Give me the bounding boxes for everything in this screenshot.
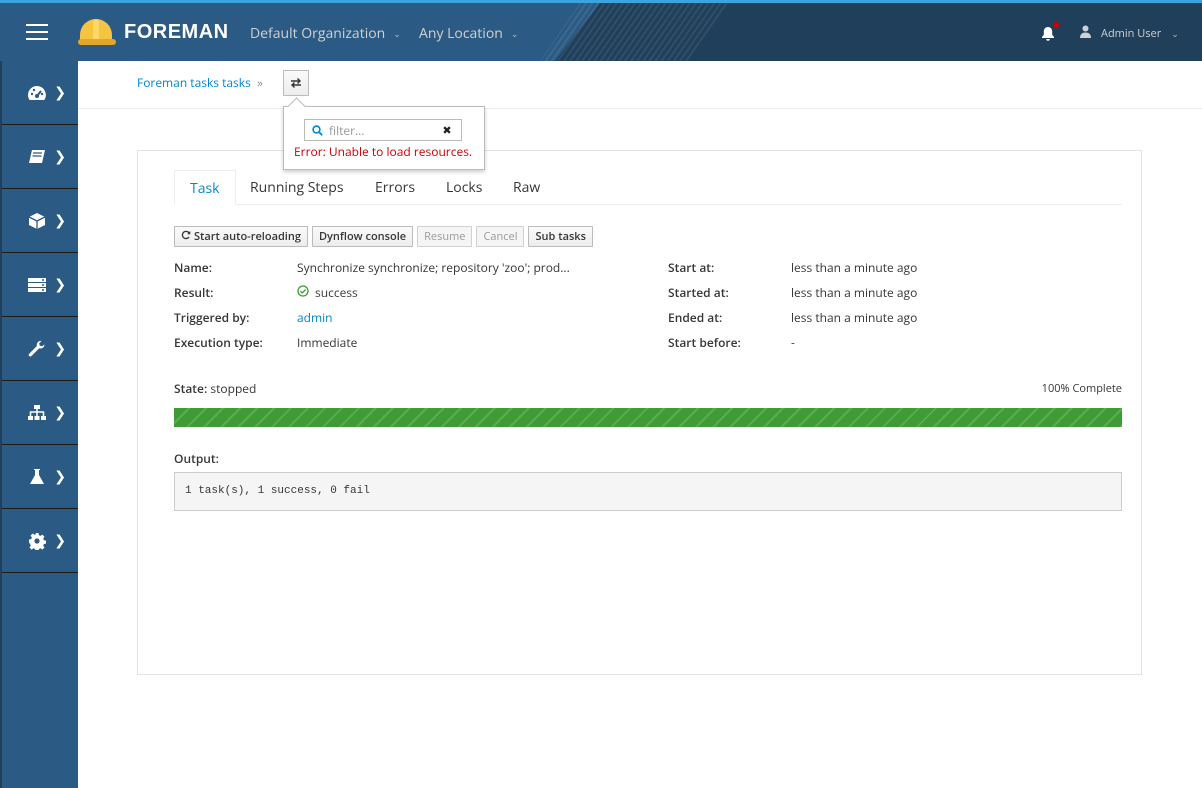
chevron-right-icon: ❯ xyxy=(54,147,66,166)
dynflow-console-button[interactable]: Dynflow console xyxy=(311,226,414,247)
location-label: Any Location xyxy=(419,24,503,43)
gear-icon xyxy=(27,531,47,551)
tab-errors[interactable]: Errors xyxy=(360,170,430,205)
nav-item-settings[interactable]: ❯ xyxy=(2,509,78,573)
start-before-value: - xyxy=(791,334,795,351)
output-box: 1 task(s), 1 success, 0 fail xyxy=(174,472,1122,511)
chevron-down-icon: ⌄ xyxy=(510,27,519,40)
name-label: Name: xyxy=(174,259,213,276)
nav-item-content[interactable]: ❯ xyxy=(2,125,78,189)
nav-item-infrastructure[interactable]: ❯ xyxy=(2,253,78,317)
check-circle-icon xyxy=(297,284,309,301)
progress-text: 100% Complete xyxy=(1041,381,1122,396)
tab-raw[interactable]: Raw xyxy=(498,170,555,205)
nav-item-lab[interactable]: ❯ xyxy=(2,445,78,509)
chevron-right-icon: ❯ xyxy=(54,83,66,102)
started-at-value: less than a minute ago xyxy=(791,284,918,301)
breadcrumb-bar: Foreman tasks tasks » xyxy=(78,61,1202,109)
execution-type-label: Execution type: xyxy=(174,334,263,351)
exchange-icon xyxy=(290,75,302,92)
start-before-label: Start before: xyxy=(668,334,741,351)
task-tabs: Task Running Steps Errors Locks Raw xyxy=(174,170,1122,205)
search-icon xyxy=(305,124,329,136)
state-value: stopped xyxy=(210,380,257,397)
start-auto-reloading-button[interactable]: Start auto-reloading xyxy=(174,226,308,247)
popover-error-message: Error: Unable to load resources. xyxy=(294,143,473,160)
refresh-icon xyxy=(181,229,191,244)
location-dropdown[interactable]: Any Location ⌄ xyxy=(419,24,518,43)
chevron-right-icon: ❯ xyxy=(54,275,66,294)
triggered-by-link[interactable]: admin xyxy=(297,309,333,326)
chevron-right-icon: ❯ xyxy=(54,211,66,230)
sub-tasks-button[interactable]: Sub tasks xyxy=(528,226,593,247)
task-action-buttons: Start auto-reloading Dynflow console Res… xyxy=(174,226,593,247)
organization-label: Default Organization xyxy=(250,24,386,43)
result-label: Result: xyxy=(174,284,214,301)
top-navbar-background: FOREMAN Default Organization ⌄ Any Locat… xyxy=(0,3,1202,61)
wrench-icon xyxy=(27,339,47,359)
organization-dropdown[interactable]: Default Organization ⌄ xyxy=(250,24,401,43)
book-icon xyxy=(27,147,47,167)
breadcrumb-switcher-popover: ✖ Error: Unable to load resources. xyxy=(283,106,485,170)
chevron-right-icon: ❯ xyxy=(54,467,66,486)
tab-task[interactable]: Task xyxy=(174,170,236,205)
nav-item-configure[interactable]: ❯ xyxy=(2,317,78,381)
start-auto-reloading-label: Start auto-reloading xyxy=(194,229,301,244)
filter-field: ✖ xyxy=(304,119,462,141)
breadcrumb-separator: » xyxy=(257,74,263,91)
chevron-right-icon: ❯ xyxy=(54,531,66,550)
state-field: State: stopped xyxy=(174,380,256,397)
start-at-label: Start at: xyxy=(668,259,715,276)
cancel-button[interactable]: Cancel xyxy=(476,226,525,247)
task-details-card: Task Running Steps Errors Locks Raw Star… xyxy=(137,150,1142,675)
flask-icon xyxy=(27,467,47,487)
output-label: Output: xyxy=(174,450,219,467)
vertical-nav: ❯ ❯ ❯ ❯ ❯ ❯ ❯ ❯ xyxy=(0,61,78,788)
user-menu[interactable]: Admin User ⌄ xyxy=(1080,25,1179,42)
chevron-right-icon: ❯ xyxy=(54,403,66,422)
dashboard-icon xyxy=(27,83,47,103)
result-value: success xyxy=(315,284,358,301)
chevron-down-icon: ⌄ xyxy=(1171,27,1179,40)
chevron-right-icon: ❯ xyxy=(54,339,66,358)
network-icon xyxy=(27,403,47,423)
state-label: State: xyxy=(174,380,208,397)
nav-item-monitor[interactable]: ❯ xyxy=(2,61,78,125)
chevron-down-icon: ⌄ xyxy=(393,27,401,40)
cube-icon xyxy=(27,211,47,231)
brand-logo[interactable]: FOREMAN xyxy=(78,15,229,49)
breadcrumb-switcher-button[interactable] xyxy=(283,70,309,96)
progress-bar xyxy=(174,408,1122,427)
start-at-value: less than a minute ago xyxy=(791,259,918,276)
execution-type-value: Immediate xyxy=(297,334,358,351)
hamburger-menu-icon[interactable] xyxy=(26,24,48,40)
breadcrumb-link[interactable]: Foreman tasks tasks xyxy=(137,74,251,91)
notification-badge xyxy=(1053,22,1059,28)
user-icon xyxy=(1080,25,1091,42)
server-icon xyxy=(27,275,47,295)
name-value: Synchronize synchronize; repository 'zoo… xyxy=(297,259,570,276)
top-navbar: FOREMAN Default Organization ⌄ Any Locat… xyxy=(0,0,1202,61)
started-at-label: Started at: xyxy=(668,284,729,301)
helmet-icon xyxy=(78,17,116,47)
result-field: success xyxy=(297,284,358,301)
triggered-by-label: Triggered by: xyxy=(174,309,250,326)
filter-input[interactable] xyxy=(329,121,437,139)
nav-item-administer-topology[interactable]: ❯ xyxy=(2,381,78,445)
resume-button[interactable]: Resume xyxy=(417,226,473,247)
brand-name: FOREMAN xyxy=(124,20,229,43)
notification-bell-icon[interactable] xyxy=(1041,22,1059,42)
ended-at-label: Ended at: xyxy=(668,309,723,326)
tab-running-steps[interactable]: Running Steps xyxy=(235,170,359,205)
ended-at-value: less than a minute ago xyxy=(791,309,918,326)
user-name: Admin User xyxy=(1101,26,1162,41)
progress-bar-fill xyxy=(174,408,1122,427)
tab-locks[interactable]: Locks xyxy=(431,170,497,205)
clear-icon[interactable]: ✖ xyxy=(437,123,457,138)
nav-item-hosts[interactable]: ❯ xyxy=(2,189,78,253)
